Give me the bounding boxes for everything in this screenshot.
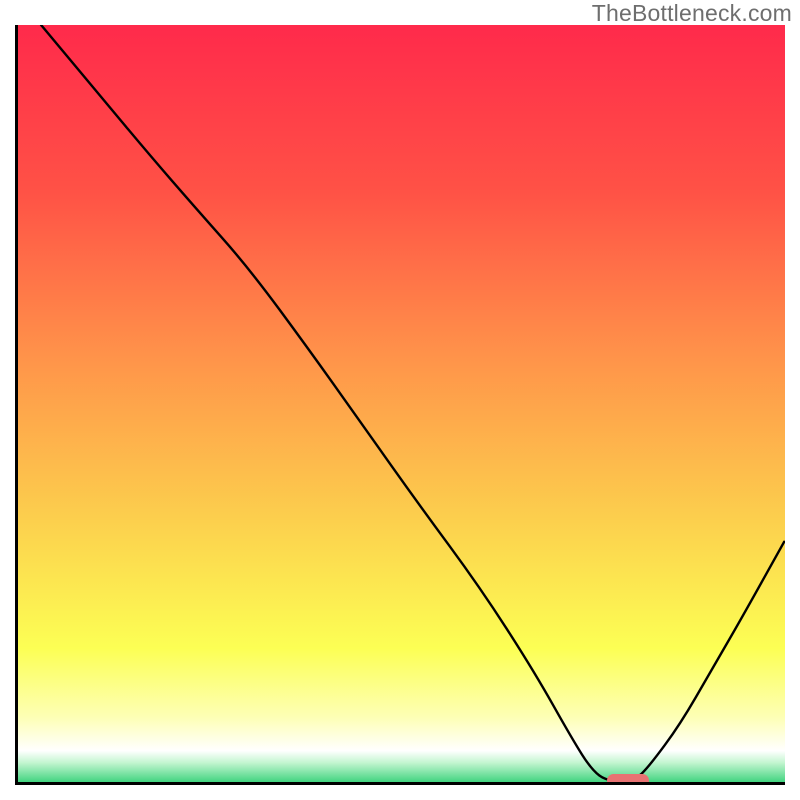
optimum-marker (607, 774, 649, 785)
watermark-text: TheBottleneck.com (592, 0, 792, 27)
chart-svg (18, 25, 785, 785)
chart-background (18, 25, 785, 785)
chart-area (15, 25, 785, 785)
